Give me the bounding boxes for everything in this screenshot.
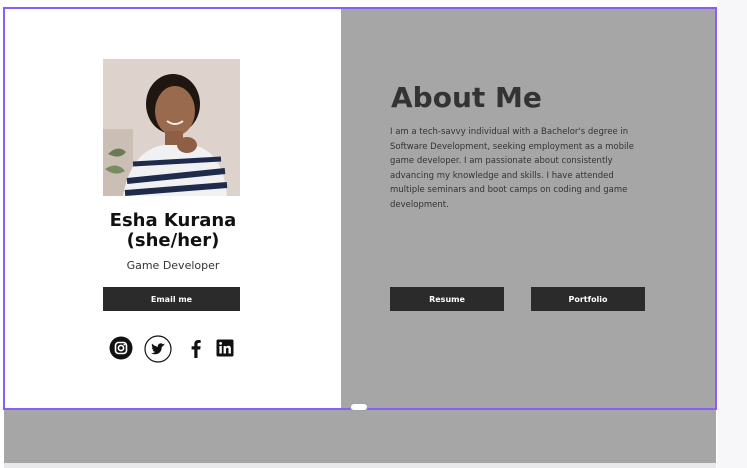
about-title: About Me: [391, 81, 542, 114]
profile-panel: Esha Kurana (she/her) Game Developer Ema…: [5, 9, 341, 408]
about-text: I am a tech-savvy individual with a Bach…: [390, 127, 634, 210]
linkedin-icon[interactable]: [213, 336, 237, 360]
canvas-strip: [4, 463, 716, 468]
profile-name-line1: Esha Kurana: [109, 210, 237, 231]
profile-photo: [103, 59, 240, 196]
instagram-icon[interactable]: [109, 336, 133, 360]
about-panel: About Me I am a tech-savvy individual wi…: [341, 9, 715, 408]
resume-button[interactable]: Resume: [390, 287, 504, 311]
portfolio-button[interactable]: Portfolio: [531, 287, 645, 311]
email-me-button[interactable]: Email me: [103, 287, 240, 311]
social-links: [109, 335, 239, 364]
selected-section-frame[interactable]: Esha Kurana (she/her) Game Developer Ema…: [3, 7, 717, 410]
facebook-icon[interactable]: [186, 336, 206, 360]
next-section-preview: [4, 409, 716, 468]
profile-name: Esha Kurana (she/her): [5, 211, 341, 251]
section-resize-handle[interactable]: [350, 403, 368, 411]
profile-role: Game Developer: [126, 259, 220, 272]
profile-pronouns: (she/her): [126, 230, 220, 251]
twitter-icon[interactable]: [144, 335, 172, 363]
canvas-gutter: [717, 0, 747, 468]
